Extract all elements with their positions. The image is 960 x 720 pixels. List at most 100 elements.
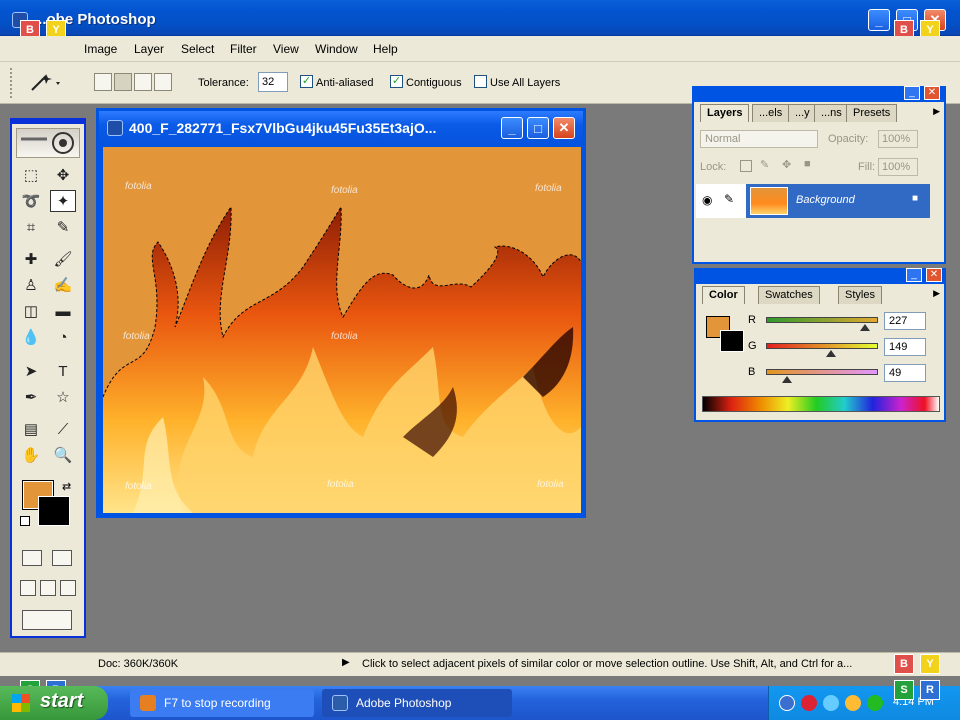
document-title-bar[interactable]: 400_F_282771_Fsx7VlbGu4jku45Fu35Et3ajO..… bbox=[99, 111, 583, 145]
blend-mode-select[interactable]: Normal bbox=[700, 130, 818, 148]
red-slider[interactable] bbox=[766, 317, 878, 323]
brush-tool[interactable]: 🖌 bbox=[50, 248, 76, 270]
blue-slider[interactable] bbox=[766, 369, 878, 375]
doc-maximize-button[interactable]: □ bbox=[527, 117, 549, 139]
menu-view[interactable]: View bbox=[273, 42, 299, 56]
gradient-tool[interactable]: ▬ bbox=[50, 300, 76, 322]
tab-color[interactable]: Color bbox=[702, 286, 745, 304]
crop-tool[interactable]: ⌗ bbox=[18, 216, 44, 238]
menu-image[interactable]: Image bbox=[84, 42, 117, 56]
path-selection-tool[interactable]: ➤ bbox=[18, 360, 44, 382]
minimize-button[interactable]: _ bbox=[868, 9, 890, 31]
magic-wand-tool[interactable]: ✦ bbox=[50, 190, 76, 212]
image-canvas[interactable]: fotolia fotolia fotolia fotolia fotolia … bbox=[103, 147, 581, 513]
green-value-input[interactable]: 149 bbox=[884, 338, 926, 356]
new-selection-button[interactable] bbox=[94, 73, 112, 91]
move-tool[interactable]: ✥ bbox=[50, 164, 76, 186]
quick-mask-mode-button[interactable] bbox=[52, 550, 72, 566]
layer-visibility-eye-icon[interactable]: ◉ bbox=[702, 193, 712, 207]
doc-size-readout[interactable]: Doc: 360K/360K bbox=[98, 658, 178, 670]
pen-tool[interactable]: ✒ bbox=[18, 386, 44, 408]
green-slider-thumb[interactable] bbox=[826, 350, 836, 357]
blur-tool[interactable]: 💧 bbox=[18, 326, 44, 348]
menu-window[interactable]: Window bbox=[315, 42, 358, 56]
standard-mode-button[interactable] bbox=[22, 550, 42, 566]
start-button[interactable]: start bbox=[0, 686, 108, 720]
contiguous-checkbox[interactable]: ✓ bbox=[390, 75, 403, 88]
status-menu-arrow-icon[interactable]: ▶ bbox=[342, 657, 350, 668]
tool-preset-picker[interactable] bbox=[26, 72, 66, 94]
menu-help[interactable]: Help bbox=[373, 42, 398, 56]
lock-move-icon[interactable]: ✥ bbox=[782, 158, 791, 171]
recorder-r-marker[interactable]: R bbox=[920, 680, 940, 700]
lasso-tool[interactable]: ➰ bbox=[18, 190, 44, 212]
tab-presets[interactable]: Presets bbox=[846, 104, 898, 122]
layers-panel-close-button[interactable]: ✕ bbox=[924, 86, 940, 100]
tray-network-icon[interactable] bbox=[801, 695, 817, 711]
taskbar-item-recording[interactable]: F7 to stop recording bbox=[130, 689, 314, 717]
jump-to-imageready-button[interactable] bbox=[22, 610, 72, 630]
adobe-online-button[interactable] bbox=[16, 128, 80, 158]
blue-slider-thumb[interactable] bbox=[782, 376, 792, 383]
healing-brush-tool[interactable]: ✚ bbox=[18, 248, 44, 270]
dodge-tool[interactable]: ◔ bbox=[50, 326, 76, 348]
tray-volume-icon[interactable] bbox=[823, 695, 839, 711]
recorder-b-marker[interactable]: B bbox=[894, 654, 914, 674]
red-value-input[interactable]: 227 bbox=[884, 312, 926, 330]
intersect-selection-button[interactable] bbox=[154, 73, 172, 91]
zoom-tool[interactable]: 🔍 bbox=[50, 444, 76, 466]
background-color-swatch[interactable] bbox=[38, 496, 70, 526]
eyedropper-tool[interactable]: ⟋ bbox=[50, 418, 76, 440]
lock-brush-icon[interactable]: ✎ bbox=[760, 158, 769, 171]
color-spectrum-ramp[interactable] bbox=[702, 396, 940, 412]
tab-history[interactable]: ...y bbox=[788, 104, 817, 122]
options-bar-grip[interactable] bbox=[10, 68, 14, 98]
tab-channels[interactable]: ...els bbox=[752, 104, 790, 122]
panel-menu-arrow-icon[interactable]: ▶ bbox=[933, 288, 940, 299]
color-panel-close-button[interactable]: ✕ bbox=[926, 268, 942, 282]
panel-menu-arrow-icon[interactable]: ▶ bbox=[933, 106, 940, 117]
doc-minimize-button[interactable]: _ bbox=[501, 117, 523, 139]
red-slider-thumb[interactable] bbox=[860, 324, 870, 331]
default-colors-icon[interactable] bbox=[20, 516, 30, 526]
full-screen-menu-mode-button[interactable] bbox=[40, 580, 56, 596]
color-panel-minimize-button[interactable]: _ bbox=[906, 268, 922, 282]
tray-back-icon[interactable] bbox=[779, 695, 795, 711]
standard-screen-mode-button[interactable] bbox=[20, 580, 36, 596]
tab-styles[interactable]: Styles bbox=[838, 286, 882, 304]
recorder-y-marker[interactable]: Y bbox=[920, 654, 940, 674]
swap-colors-icon[interactable]: ⇄ bbox=[62, 480, 71, 493]
eraser-tool[interactable]: ◫ bbox=[18, 300, 44, 322]
lock-all-icon[interactable]: ■ bbox=[804, 158, 811, 170]
tab-layers[interactable]: Layers bbox=[700, 104, 750, 122]
clone-stamp-tool[interactable]: ♙ bbox=[18, 274, 44, 296]
menu-select[interactable]: Select bbox=[181, 42, 214, 56]
slice-tool[interactable]: ✎ bbox=[50, 216, 76, 238]
tab-actions[interactable]: ...ns bbox=[814, 104, 849, 122]
add-to-selection-button[interactable] bbox=[114, 73, 132, 91]
taskbar-item-photoshop[interactable]: Adobe Photoshop bbox=[322, 689, 512, 717]
layers-panel-minimize-button[interactable]: _ bbox=[904, 86, 920, 100]
tray-security-icon[interactable] bbox=[845, 695, 861, 711]
green-slider[interactable] bbox=[766, 343, 878, 349]
color-bg-swatch[interactable] bbox=[720, 330, 744, 352]
marquee-tool[interactable]: ⬚ bbox=[18, 164, 44, 186]
hand-tool[interactable]: ✋ bbox=[18, 444, 44, 466]
tolerance-input[interactable]: 32 bbox=[258, 72, 288, 92]
menu-layer[interactable]: Layer bbox=[134, 42, 164, 56]
notes-tool[interactable]: ▤ bbox=[18, 418, 44, 440]
recorder-s-marker[interactable]: S bbox=[894, 680, 914, 700]
layer-row[interactable]: ◉ ✎ Background ■ bbox=[696, 184, 930, 218]
layer-brush-icon[interactable]: ✎ bbox=[724, 192, 734, 206]
subtract-from-selection-button[interactable] bbox=[134, 73, 152, 91]
anti-aliased-checkbox[interactable]: ✓ bbox=[300, 75, 313, 88]
tab-swatches[interactable]: Swatches bbox=[758, 286, 820, 304]
full-screen-mode-button[interactable] bbox=[60, 580, 76, 596]
blue-value-input[interactable]: 49 bbox=[884, 364, 926, 382]
use-all-layers-checkbox[interactable] bbox=[474, 75, 487, 88]
opacity-input[interactable]: 100% bbox=[878, 130, 918, 148]
type-tool[interactable]: T bbox=[50, 360, 76, 382]
menu-filter[interactable]: Filter bbox=[230, 42, 257, 56]
shape-tool[interactable]: ☆ bbox=[50, 386, 76, 408]
doc-close-button[interactable]: ✕ bbox=[553, 117, 575, 139]
